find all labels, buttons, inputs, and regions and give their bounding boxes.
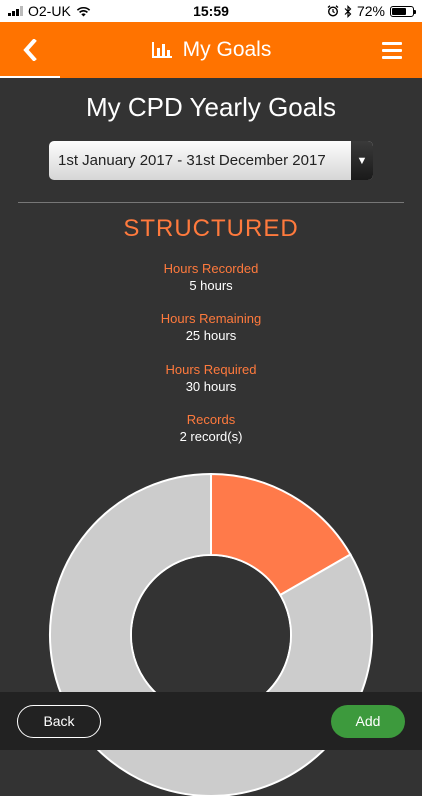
status-time: 15:59	[193, 3, 229, 19]
carrier-label: O2-UK	[28, 3, 71, 19]
stat-label: Hours Remaining	[160, 311, 262, 326]
page-title: My CPD Yearly Goals	[86, 92, 336, 122]
donut-hole	[132, 556, 290, 714]
status-bar: O2-UK 15:59 72%	[0, 0, 422, 22]
stat-hours-required: Hours Required 30 hours	[0, 362, 422, 394]
nav-title-group: My Goals	[0, 22, 422, 78]
status-right: 72%	[279, 3, 416, 19]
period-select[interactable]: 1st January 2017 - 31st December 2017 ▼	[49, 141, 373, 180]
nav-bar: My Goals	[0, 22, 422, 78]
divider	[18, 202, 404, 203]
stat-records: Records 2 record(s)	[0, 412, 422, 444]
section-title: STRUCTURED	[123, 215, 299, 242]
hamburger-menu-icon[interactable]	[376, 34, 408, 66]
battery-icon	[389, 5, 416, 17]
bluetooth-icon	[344, 4, 352, 18]
signal-icon	[8, 6, 23, 16]
stat-label: Hours Required	[165, 362, 257, 377]
stat-value: 30 hours	[185, 379, 237, 394]
battery-percent: 72%	[356, 3, 385, 19]
alarm-icon	[327, 5, 339, 17]
nav-title: My Goals	[182, 38, 272, 61]
stat-hours-recorded: Hours Recorded 5 hours	[0, 261, 422, 293]
period-select-value: 1st January 2017 - 31st December 2017	[58, 152, 326, 169]
nav-active-indicator	[0, 76, 60, 78]
status-left: O2-UK	[8, 3, 143, 19]
bottom-bar: Back Add	[0, 692, 422, 750]
bar-chart-icon	[151, 42, 172, 58]
add-button[interactable]: Add	[331, 704, 405, 738]
stat-label: Records	[186, 412, 236, 427]
dropdown-arrow-icon[interactable]: ▼	[351, 141, 373, 180]
stat-value: 25 hours	[185, 328, 237, 343]
stat-value: 2 record(s)	[179, 429, 243, 444]
stat-value: 5 hours	[189, 278, 233, 293]
stat-hours-remaining: Hours Remaining 25 hours	[0, 311, 422, 343]
back-button[interactable]: Back	[17, 704, 101, 738]
stat-label: Hours Recorded	[163, 261, 259, 276]
wifi-icon	[76, 6, 90, 16]
back-chevron-icon[interactable]	[12, 32, 48, 68]
